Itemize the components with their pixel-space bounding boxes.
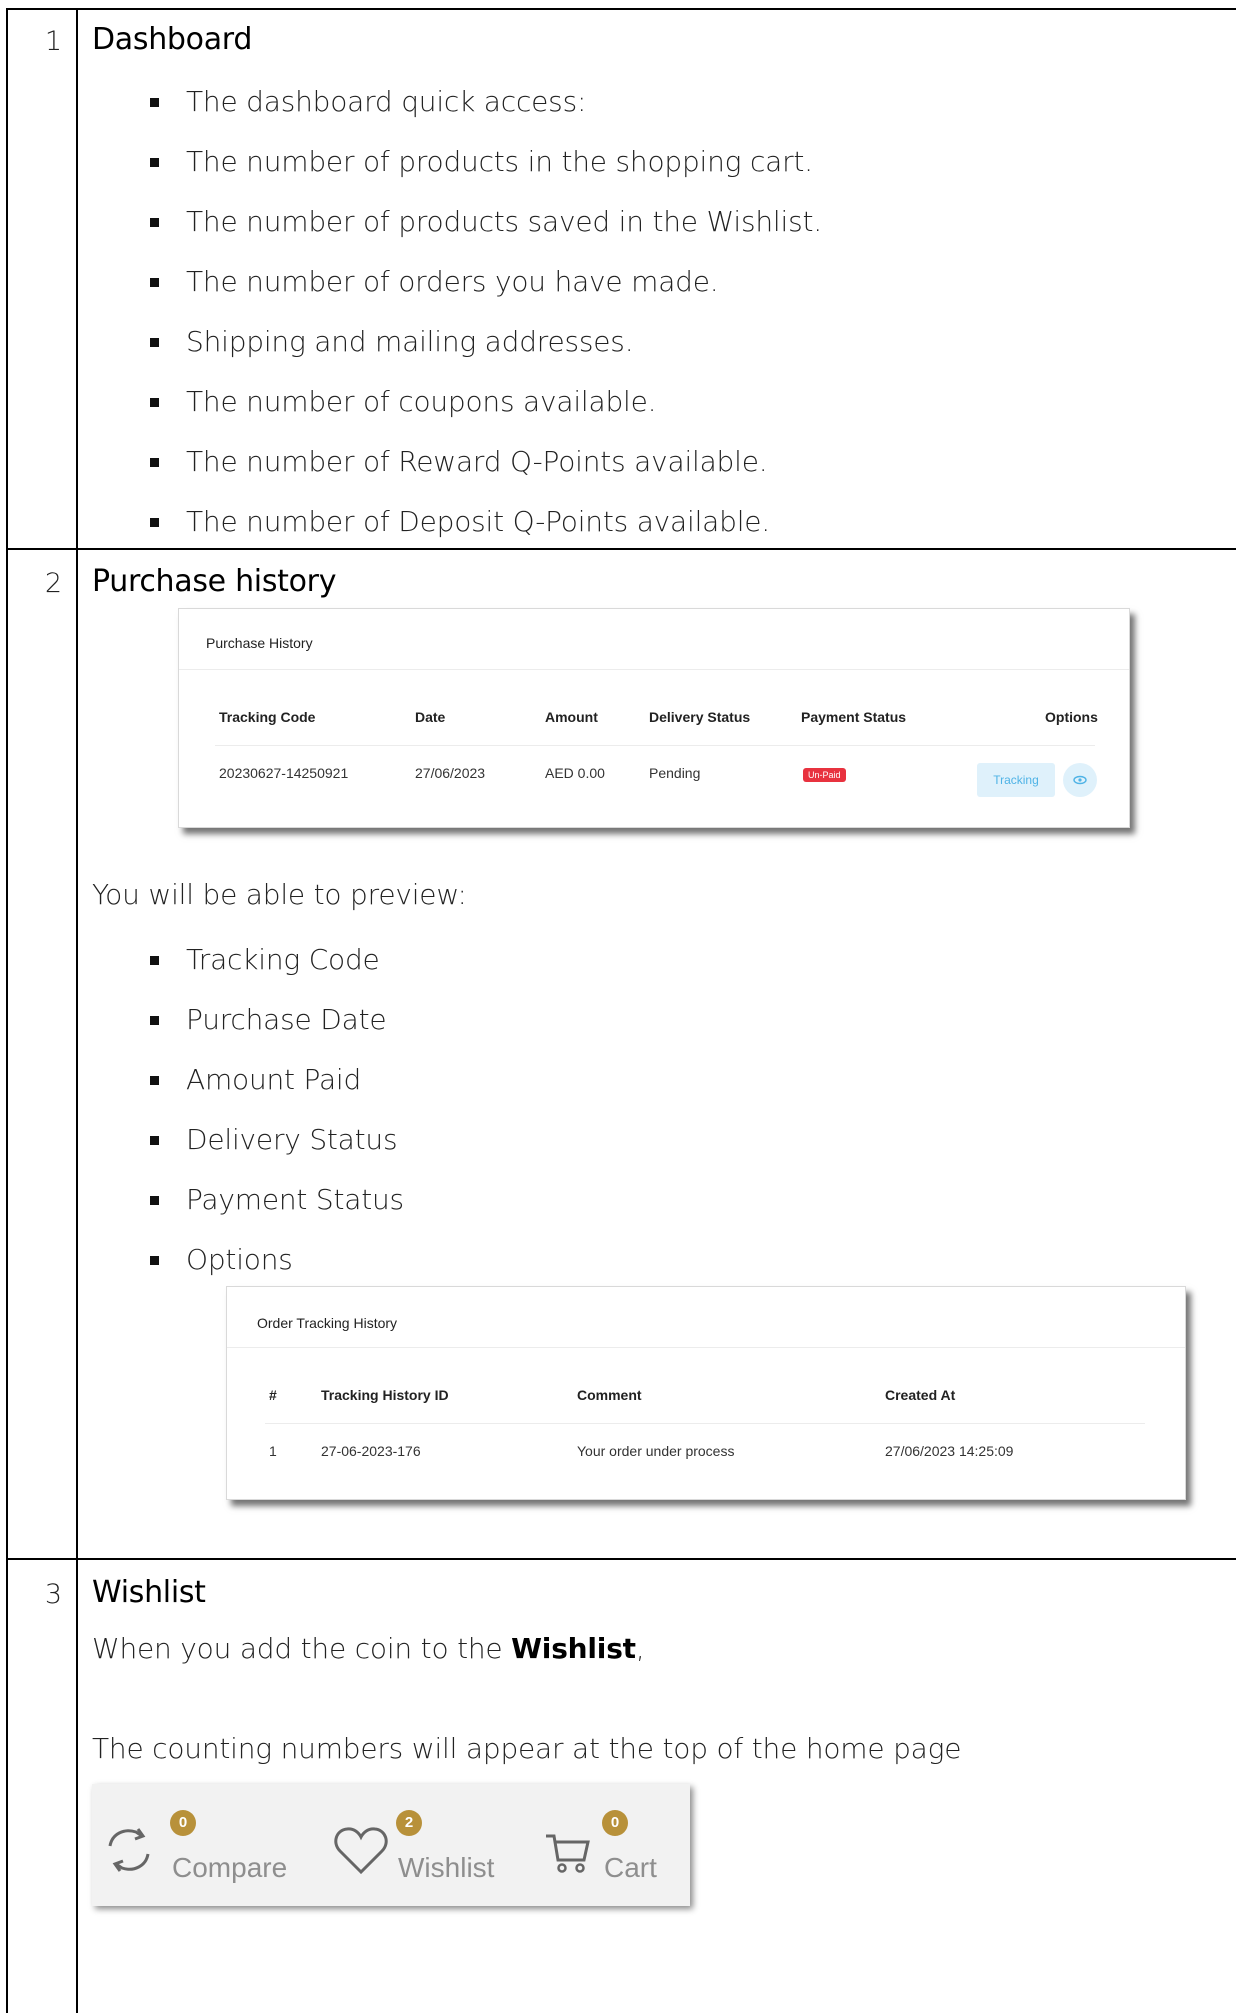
- table-cell: 27/06/2023 14:25:09: [885, 1443, 1014, 1459]
- column-header: Date: [415, 709, 446, 725]
- tracking-code-cell: 20230627-14250921: [219, 765, 349, 781]
- list-item: The dashboard quick access:: [92, 80, 822, 140]
- column-header: Created At: [885, 1387, 956, 1403]
- bullet-marker: [150, 518, 159, 527]
- section-title-purchase-history: Purchase history: [92, 564, 337, 599]
- eye-icon: [1073, 775, 1087, 785]
- column-header: Amount: [545, 709, 598, 725]
- panel-divider: [227, 1347, 1185, 1348]
- order-tracking-panel: Order Tracking History # Tracking Histor…: [226, 1286, 1186, 1500]
- header-divider: [265, 1423, 1145, 1424]
- bullet-marker: [150, 98, 159, 107]
- panel-title: Order Tracking History: [257, 1315, 398, 1331]
- table-cell: 1: [269, 1443, 277, 1459]
- cart-icon[interactable]: [542, 1828, 592, 1878]
- column-header: Comment: [577, 1387, 642, 1403]
- wishlist-bold: Wishlist: [511, 1632, 636, 1665]
- list-item: Delivery Status: [92, 1118, 404, 1178]
- bullet-marker: [150, 956, 159, 965]
- table-cell: 27-06-2023-176: [321, 1443, 421, 1459]
- list-item: Payment Status: [92, 1178, 404, 1238]
- bullet-marker: [150, 458, 159, 467]
- wishlist-count-badge: 2: [396, 1810, 422, 1836]
- wishlist-label[interactable]: Wishlist: [398, 1852, 494, 1884]
- bullet-marker: [150, 158, 159, 167]
- table-border-left: [6, 8, 8, 2013]
- panel-divider: [179, 669, 1129, 670]
- preview-bullet-list: Tracking Code Purchase Date Amount Paid …: [92, 938, 404, 1298]
- view-order-button[interactable]: [1063, 763, 1097, 797]
- list-item: Purchase Date: [92, 998, 404, 1058]
- amount-cell: AED 0.00: [545, 765, 605, 781]
- cart-count-badge: 0: [602, 1810, 628, 1836]
- bullet-marker: [150, 1256, 159, 1265]
- list-item: The number of coupons available.: [92, 380, 822, 440]
- bullet-marker: [150, 218, 159, 227]
- column-header: Options: [1045, 709, 1098, 725]
- compare-icon[interactable]: [102, 1820, 156, 1880]
- delivery-status-cell: Pending: [649, 765, 701, 781]
- list-item: The number of products in the shopping c…: [92, 140, 822, 200]
- heart-icon[interactable]: [332, 1822, 390, 1878]
- row-number: 1: [44, 26, 62, 57]
- table-border-top: [6, 8, 1236, 10]
- bullet-marker: [150, 338, 159, 347]
- payment-status-badge: Un-Paid: [803, 768, 846, 782]
- purchase-history-panel: Purchase History Tracking Code Date Amou…: [178, 608, 1130, 828]
- list-item: The number of products saved in the Wish…: [92, 200, 822, 260]
- list-item: Shipping and mailing addresses.: [92, 320, 822, 380]
- wishlist-paragraph: When you add the coin to the Wishlist,: [92, 1632, 645, 1665]
- list-item: Amount Paid: [92, 1058, 404, 1118]
- tracking-button[interactable]: Tracking: [977, 763, 1055, 797]
- bullet-marker: [150, 1136, 159, 1145]
- counting-paragraph: The counting numbers will appear at the …: [92, 1732, 962, 1765]
- column-header: #: [269, 1387, 277, 1403]
- column-header: Delivery Status: [649, 709, 751, 725]
- dashboard-bullet-list: The dashboard quick access: The number o…: [92, 80, 822, 560]
- bullet-marker: [150, 1196, 159, 1205]
- column-header: Tracking History ID: [321, 1387, 449, 1403]
- list-item: The number of orders you have made.: [92, 260, 822, 320]
- cart-label[interactable]: Cart: [604, 1852, 657, 1884]
- preview-intro: You will be able to preview:: [92, 878, 467, 911]
- compare-count-badge: 0: [170, 1810, 196, 1836]
- header-counters-strip: 0 Compare 2 Wishlist 0 Cart: [92, 1784, 690, 1906]
- row-number: 3: [44, 1579, 62, 1610]
- section-title-wishlist: Wishlist: [92, 1575, 206, 1610]
- section-title-dashboard: Dashboard: [92, 22, 253, 57]
- compare-label[interactable]: Compare: [172, 1852, 287, 1884]
- table-cell: Your order under process: [577, 1443, 735, 1459]
- list-item: Tracking Code: [92, 938, 404, 998]
- header-divider: [215, 745, 1095, 746]
- bullet-marker: [150, 278, 159, 287]
- bullet-marker: [150, 1016, 159, 1025]
- row-number: 2: [44, 568, 62, 599]
- panel-title: Purchase History: [206, 635, 313, 651]
- bullet-marker: [150, 1076, 159, 1085]
- number-column-divider: [76, 8, 78, 2013]
- column-header: Tracking Code: [219, 709, 316, 725]
- date-cell: 27/06/2023: [415, 765, 486, 781]
- bullet-marker: [150, 398, 159, 407]
- row-divider-2: [6, 1558, 1236, 1560]
- list-item: The number of Reward Q-Points available.: [92, 440, 822, 500]
- column-header: Payment Status: [801, 709, 907, 725]
- document-table: 1 Dashboard The dashboard quick access: …: [6, 8, 1236, 2013]
- list-item: The number of Deposit Q-Points available…: [92, 500, 822, 560]
